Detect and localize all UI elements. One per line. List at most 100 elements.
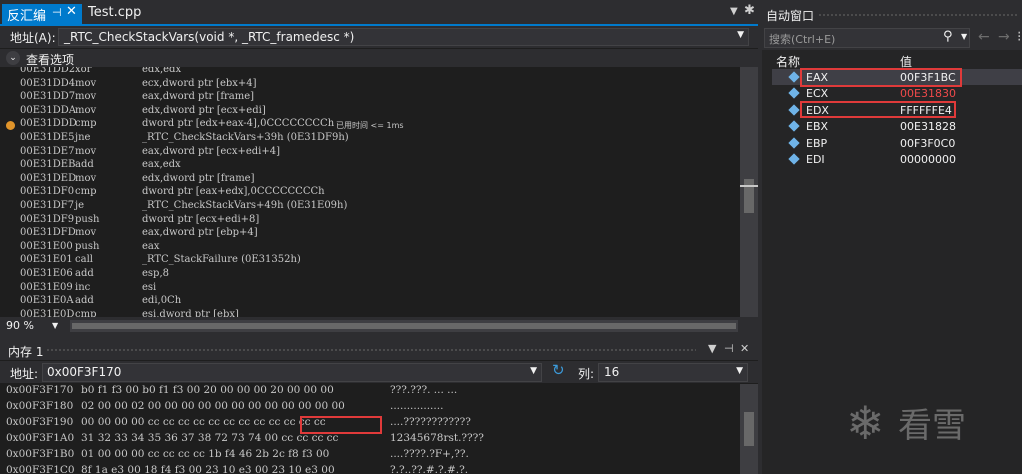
pin-icon[interactable]: ⊣ xyxy=(52,6,62,19)
disassembly-line[interactable]: 00E31DE5 jne _RTC_CheckStackVars+39h (0E31… xyxy=(0,132,740,146)
instruction-operands: esi xyxy=(142,281,157,293)
memory-row-bytes[interactable]: 8f 1a e3 00 18 f4 f3 00 23 10 e3 00 23 1… xyxy=(81,464,335,474)
memory-address-bar: 地址: 0x00F3F170 ▼ ↻ 列: 16 ▼ xyxy=(0,361,758,383)
disassembly-line[interactable]: 00E31DD2 xor edx,edx xyxy=(0,67,740,78)
instruction-address: 00E31DF0 xyxy=(20,186,75,198)
disassembly-line[interactable]: 00E31DDA mov edx,dword ptr [ecx+edi] xyxy=(0,105,740,119)
autos-row-ebx[interactable]: EBX 00E31828 xyxy=(772,118,1022,134)
autos-row-ebp[interactable]: EBP 00F3F0C0 xyxy=(772,135,1022,151)
disassembly-line[interactable]: 00E31DEB add eax,edx xyxy=(0,159,740,173)
window-menu-dropdown-icon[interactable]: ▼ xyxy=(708,342,716,355)
instruction-mnemonic: add xyxy=(75,268,94,279)
close-icon[interactable]: ✕ xyxy=(740,342,749,355)
instruction-address: 00E31DED xyxy=(20,172,77,184)
address-combobox[interactable]: _RTC_CheckStackVars(void *, _RTC_framede… xyxy=(58,28,749,46)
instruction-address: 00E31DD4 xyxy=(20,77,76,89)
instruction-mnemonic: mov xyxy=(75,77,97,89)
expand-chevron-icon[interactable]: ⌄ xyxy=(6,51,20,65)
disassembly-code-view[interactable]: 00E31DD2 xor edx,edx 00E31DD4 mov ecx,dword p… xyxy=(0,67,740,317)
pin-icon[interactable]: ⊣ xyxy=(724,342,734,355)
close-icon[interactable]: ✕ xyxy=(66,4,77,19)
chevron-down-icon[interactable]: ▼ xyxy=(530,366,537,376)
watermark-text: 看雪 xyxy=(898,406,966,446)
memory-vertical-scrollbar[interactable] xyxy=(740,384,758,474)
disassembly-horizontal-scrollbar[interactable] xyxy=(70,320,738,332)
scrollbar-position-marker xyxy=(740,185,758,187)
tab-disassembly[interactable]: 反汇编 ⊣ ✕ xyxy=(2,4,82,24)
memory-row-bytes[interactable]: 02 00 00 02 00 00 00 00 00 00 00 00 00 0… xyxy=(81,400,345,412)
register-value[interactable]: 00E31828 xyxy=(900,120,956,133)
autos-row-ecx[interactable]: ECX 00E31830 xyxy=(772,85,1022,101)
search-icon[interactable]: ⚲ xyxy=(943,29,953,44)
tab-list-dropdown-icon[interactable]: ▼ xyxy=(730,6,738,17)
instruction-address: 00E31DFD xyxy=(20,227,76,239)
instruction-mnemonic: push xyxy=(75,240,100,252)
scrollbar-thumb[interactable] xyxy=(744,412,754,446)
column-header-name[interactable]: 名称 xyxy=(776,53,800,70)
memory-address-label: 地址: xyxy=(10,367,39,381)
disassembly-line[interactable]: 00E31DF7 je _RTC_CheckStackVars+49h (0E31E… xyxy=(0,200,740,214)
search-forward-arrow-icon[interactable]: → xyxy=(998,29,1010,45)
zoom-dropdown-icon[interactable]: ▼ xyxy=(52,321,58,330)
memory-row-address: 0x00F3F180 xyxy=(6,400,74,412)
autos-column-header: 名称 值 xyxy=(772,52,1022,70)
register-icon xyxy=(788,136,800,149)
instruction-address: 00E31DD7 xyxy=(20,91,76,103)
autos-row-edi[interactable]: EDI 00000000 xyxy=(772,151,1022,167)
chevron-down-icon[interactable]: ▼ xyxy=(736,366,743,376)
register-value[interactable]: 00F3F0C0 xyxy=(900,137,955,150)
disassembly-line[interactable]: 00E31E00 push eax xyxy=(0,241,740,255)
autos-search-input[interactable]: 搜索(Ctrl+E) ⚲ ▼ xyxy=(764,28,970,48)
search-back-arrow-icon[interactable]: ← xyxy=(978,29,990,45)
disassembly-line[interactable]: 00E31E01 call _RTC_StackFailure (0E31352h) xyxy=(0,254,740,268)
refresh-icon[interactable]: ↻ xyxy=(552,361,565,379)
instruction-operands: _RTC_CheckStackVars+39h (0E31DF9h) xyxy=(142,132,349,143)
autos-search-row: 搜索(Ctrl+E) ⚲ ▼ ← → ⁝ xyxy=(762,28,1022,50)
disassembly-line[interactable]: 00E31DFD mov eax,dword ptr [ebp+4] xyxy=(0,227,740,241)
memory-address-combobox[interactable]: 0x00F3F170 ▼ xyxy=(42,363,542,382)
view-options-row[interactable]: ⌄ 查看选项 xyxy=(0,49,758,67)
search-depth-icon[interactable]: ⁝ xyxy=(1017,29,1021,45)
register-value[interactable]: 00000000 xyxy=(900,153,956,166)
memory-row-ascii: ....???????????? xyxy=(390,416,471,428)
zoom-level[interactable]: 90 % xyxy=(6,319,34,332)
memory-row-bytes[interactable]: b0 f1 f3 00 b0 f1 f3 00 20 00 00 00 20 0… xyxy=(81,384,334,396)
instruction-operands: _RTC_StackFailure (0E31352h) xyxy=(142,254,301,266)
disassembly-line[interactable]: 00E31DD4 mov ecx,dword ptr [ebx+4] xyxy=(0,78,740,92)
instruction-address: 00E31DDD xyxy=(20,118,77,130)
disassembly-line[interactable]: 00E31E0A add edi,0Ch xyxy=(0,295,740,309)
disassembly-line[interactable]: 00E31DDD cmp dword ptr [edx+eax-4],0CCCCCC… xyxy=(0,118,740,132)
disassembly-line[interactable]: 00E31E06 add esp,8 xyxy=(0,268,740,282)
autos-title-bar: 自动窗口 xyxy=(762,0,1022,28)
disassembly-line[interactable]: 00E31DED mov edx,dword ptr [frame] xyxy=(0,173,740,187)
instruction-operands: eax,dword ptr [ecx+edi+4] xyxy=(142,145,281,157)
disassembly-line[interactable]: 00E31DF0 cmp dword ptr [eax+edx],0CCCCCCCC… xyxy=(0,186,740,200)
disassembly-line[interactable]: 00E31DF9 push dword ptr [ecx+edi+8] xyxy=(0,214,740,228)
current-instruction-arrow-icon[interactable] xyxy=(6,121,15,131)
disassembly-vertical-scrollbar[interactable] xyxy=(740,67,758,317)
instruction-operands: dword ptr [edx+eax-4],0CCCCCCCCh xyxy=(142,118,335,130)
scrollbar-thumb[interactable] xyxy=(72,323,736,329)
disassembly-line[interactable]: 00E31DD7 mov eax,dword ptr [frame] xyxy=(0,91,740,105)
columns-combobox[interactable]: 16 ▼ xyxy=(598,363,748,382)
disassembly-line[interactable]: 00E31E0D cmp esi,dword ptr [ebx] xyxy=(0,309,740,317)
memory-row-address: 0x00F3F1B0 xyxy=(6,448,75,460)
memory-row-ascii: ???.???. ... ... xyxy=(390,384,458,396)
register-value[interactable]: 00E31830 xyxy=(900,87,956,100)
chevron-down-icon[interactable]: ▼ xyxy=(737,30,744,40)
instruction-address: 00E31DE7 xyxy=(20,145,75,157)
memory-row-bytes[interactable]: 00 00 00 00 cc cc cc cc cc cc cc cc cc c… xyxy=(81,416,326,428)
memory-address-value: 0x00F3F170 xyxy=(47,365,122,379)
document-tab-bar: 反汇编 ⊣ ✕ Test.cpp ▼ ✱ xyxy=(0,0,758,26)
gear-icon[interactable]: ✱ xyxy=(744,3,755,18)
instruction-mnemonic: add xyxy=(75,295,94,307)
memory-row-bytes[interactable]: 01 00 00 00 cc cc cc cc 1b f4 46 2b 2c f… xyxy=(81,448,329,460)
instruction-operands: dword ptr [ecx+edi+8] xyxy=(142,213,260,225)
search-options-dropdown-icon[interactable]: ▼ xyxy=(961,32,967,41)
disassembly-line[interactable]: 00E31E09 inc esi xyxy=(0,282,740,296)
instruction-address: 00E31E09 xyxy=(20,281,73,293)
tab-test-cpp[interactable]: Test.cpp xyxy=(88,4,141,24)
disassembly-line[interactable]: 00E31DE7 mov eax,dword ptr [ecx+edi+4] xyxy=(0,146,740,160)
eax-highlight-box xyxy=(800,68,962,87)
instruction-mnemonic: mov xyxy=(75,227,97,239)
